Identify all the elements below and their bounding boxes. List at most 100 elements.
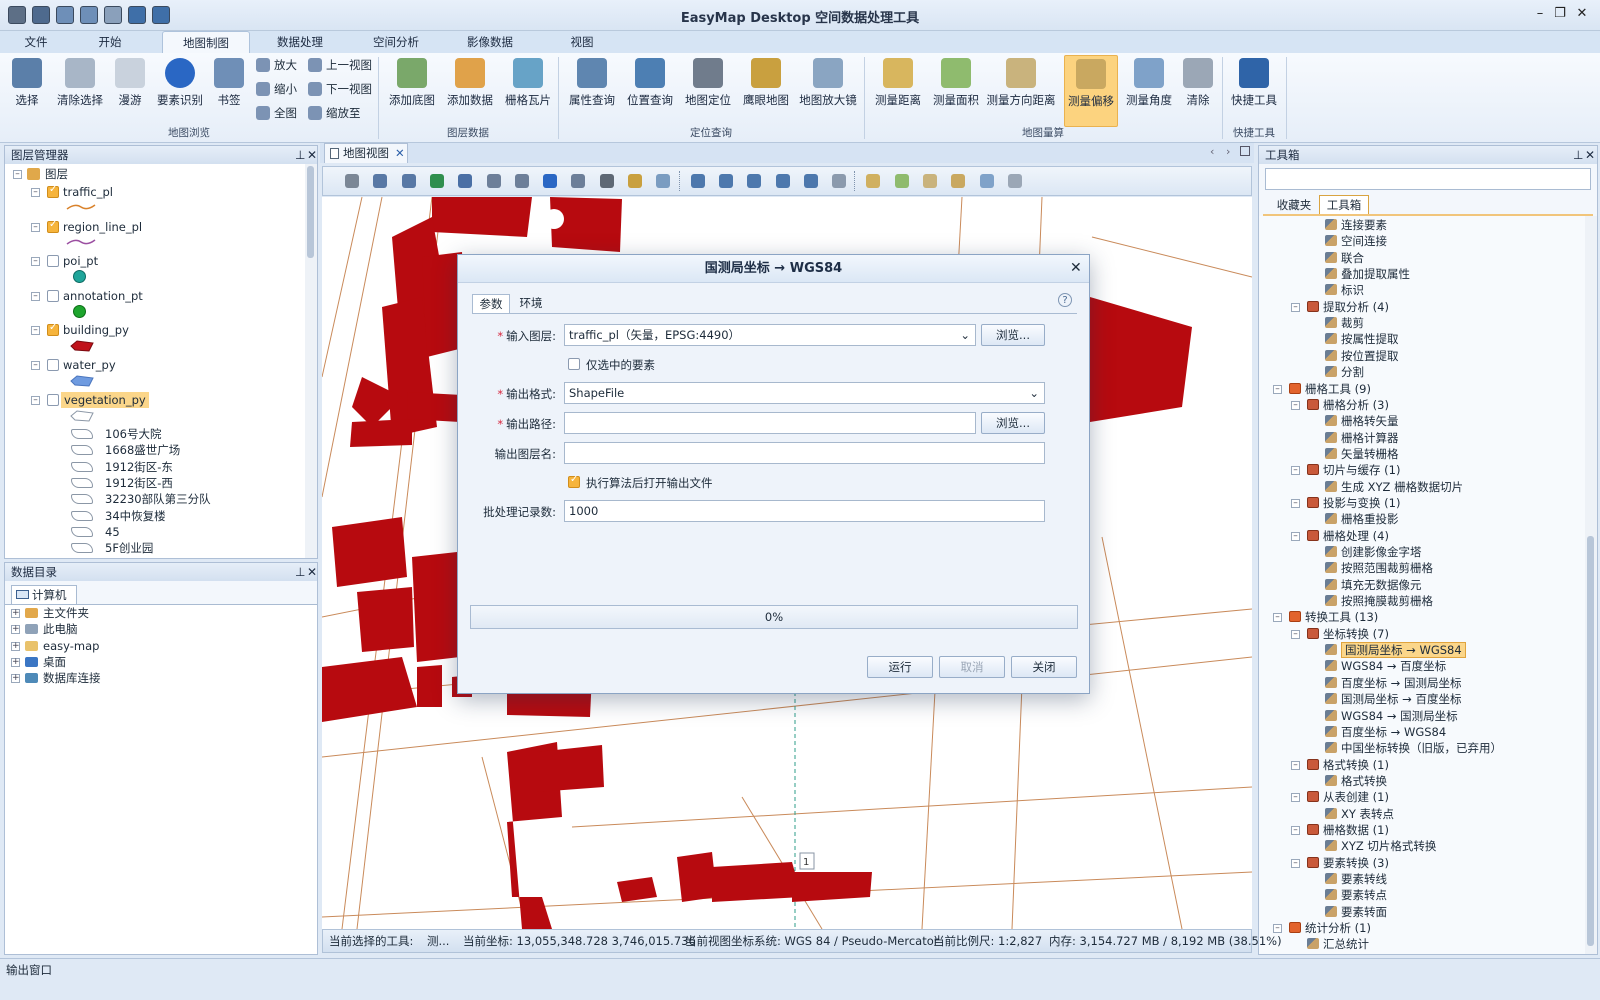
expander-icon[interactable]: –	[31, 223, 40, 232]
add-data-button[interactable]: 添加数据	[444, 55, 496, 127]
toolbox-group[interactable]: 栅格处理 (4)	[1307, 528, 1389, 544]
ruler-icon[interactable]	[866, 174, 881, 188]
previous-view-button[interactable]: 上一视图	[306, 55, 372, 75]
offset-icon[interactable]	[951, 174, 966, 188]
expander-icon[interactable]: +	[11, 657, 20, 667]
toolbox-tool[interactable]: WGS84 → 百度坐标	[1325, 658, 1446, 674]
quick-tools-button[interactable]: 快捷工具	[1228, 55, 1280, 127]
zoom-out-icon[interactable]	[401, 174, 416, 188]
toolbox-tool[interactable]: 裁剪	[1325, 315, 1364, 331]
layer-visibility-checkbox[interactable]	[47, 184, 59, 198]
vegetation-category-item[interactable]: 1912街区-东	[105, 459, 173, 475]
binoculars-icon[interactable]	[599, 174, 614, 188]
overview-map-button[interactable]: 鹰眼地图	[740, 55, 792, 127]
layer-visibility-checkbox[interactable]	[47, 290, 59, 302]
next-view-button[interactable]: 下一视图	[306, 79, 372, 99]
toolbox-tool[interactable]: 栅格重投影	[1325, 511, 1399, 527]
close-tab-icon[interactable]: ✕	[395, 144, 405, 163]
close-icon[interactable]: ✕	[1585, 146, 1595, 164]
toolbox-tool[interactable]: 按照范围裁剪栅格	[1325, 560, 1433, 576]
pin-icon[interactable]: ⊥	[295, 146, 305, 164]
expander-icon[interactable]: –	[31, 396, 40, 405]
select-polygon-icon[interactable]	[775, 174, 790, 188]
layer-visibility-checkbox[interactable]	[47, 219, 59, 233]
expander-icon[interactable]: –	[13, 170, 22, 179]
tab-favorites[interactable]: 收藏夹	[1269, 196, 1319, 214]
tab-spatial-analysis[interactable]: 空间分析	[358, 31, 434, 53]
vegetation-category-item[interactable]: 34中恢复楼	[105, 508, 166, 524]
layer-region-line-pl[interactable]: region_line_pl	[63, 219, 142, 235]
toolbox-search-input[interactable]	[1265, 168, 1591, 190]
toolbox-tool[interactable]: 标识	[1325, 282, 1364, 298]
vegetation-category-item[interactable]: 32230部队第三分队	[105, 491, 211, 507]
browse-input-button[interactable]: 浏览...	[981, 324, 1045, 346]
catalog-item[interactable]: easy-map	[43, 638, 99, 654]
toolbox-tool[interactable]: XY 表转点	[1325, 806, 1394, 822]
expander-icon[interactable]: –	[1291, 793, 1300, 803]
tab-environment[interactable]: 环境	[512, 294, 550, 314]
layer-traffic-pl[interactable]: traffic_pl	[63, 184, 113, 200]
toolbox-tool[interactable]: 分割	[1325, 364, 1364, 380]
expander-icon[interactable]: –	[31, 292, 40, 301]
toolbox-tool[interactable]: 百度坐标 → 国测局坐标	[1325, 675, 1461, 691]
catalog-item[interactable]: 桌面	[43, 654, 66, 670]
only-selected-checkbox[interactable]	[568, 358, 580, 370]
expander-icon[interactable]: –	[1291, 760, 1300, 770]
zoom-out-button[interactable]: 缩小	[254, 79, 297, 99]
tab-parameters[interactable]: 参数	[472, 294, 510, 314]
batch-count-input[interactable]: 1000	[564, 500, 1045, 522]
tab-file[interactable]: 文件	[10, 31, 62, 53]
expander-icon[interactable]: –	[1291, 302, 1300, 312]
magnifier-icon[interactable]	[656, 174, 671, 188]
info-icon[interactable]	[543, 174, 558, 188]
vegetation-category-item[interactable]: 5F创业园	[105, 540, 153, 556]
toolbox-tool[interactable]: 生成 XYZ 栅格数据切片	[1325, 479, 1463, 495]
run-button[interactable]: 运行	[867, 656, 933, 678]
toolbox-tool[interactable]: 空间连接	[1325, 233, 1387, 249]
toolbox-group[interactable]: 转换工具 (13)	[1289, 609, 1378, 625]
toolbox-group[interactable]: 投影与变换 (1)	[1307, 495, 1400, 511]
vegetation-category-item[interactable]: 106号大院	[105, 426, 161, 442]
toolbox-tool[interactable]: 按属性提取	[1325, 331, 1399, 347]
zoom-in-icon[interactable]	[373, 174, 388, 188]
output-path-input[interactable]	[564, 412, 976, 434]
toolbox-group[interactable]: 栅格数据 (1)	[1307, 822, 1389, 838]
clear-selection-button[interactable]: 清除选择	[54, 55, 106, 127]
globe-icon[interactable]	[429, 174, 444, 188]
layer-visibility-checkbox[interactable]	[47, 359, 59, 371]
toolbox-tool[interactable]: 要素转面	[1325, 904, 1387, 920]
vegetation-category-item[interactable]: 45	[105, 524, 120, 540]
output-name-input[interactable]	[564, 442, 1045, 464]
expander-icon[interactable]: –	[1291, 858, 1300, 868]
expander-icon[interactable]: –	[1291, 629, 1300, 639]
toolbox-tool[interactable]: 填充无数据像元	[1325, 577, 1422, 593]
open-after-checkbox[interactable]	[568, 474, 580, 488]
toolbox-tool[interactable]: 联合	[1325, 250, 1364, 266]
toolbox-tool[interactable]: XYZ 切片格式转换	[1325, 838, 1436, 854]
toolbox-tool[interactable]: 按照掩膜裁剪栅格	[1325, 593, 1433, 609]
toolbox-group[interactable]: 统计分析 (1)	[1289, 920, 1371, 936]
close-window-button[interactable]: ✕	[1574, 6, 1590, 22]
output-format-select[interactable]: ShapeFile ⌄	[564, 382, 1045, 404]
bearing-icon[interactable]	[923, 174, 937, 188]
restore-button[interactable]: ❐	[1552, 6, 1568, 22]
clear-measure-button[interactable]: 清除	[1180, 55, 1216, 127]
expander-icon[interactable]: –	[31, 257, 40, 266]
tab-list-icon[interactable]	[1240, 146, 1250, 156]
toolbox-tool[interactable]: 国测局坐标 → 百度坐标	[1325, 691, 1461, 707]
tab-start[interactable]: 开始	[84, 31, 136, 53]
layer-visibility-checkbox[interactable]	[47, 322, 59, 336]
tab-image-data[interactable]: 影像数据	[452, 31, 528, 53]
select-circle-icon[interactable]	[747, 174, 762, 188]
close-icon[interactable]: ✕	[307, 563, 317, 581]
expander-icon[interactable]: +	[11, 641, 20, 651]
expander-icon[interactable]: –	[1291, 400, 1300, 410]
pin-icon[interactable]: ⊥	[295, 563, 305, 581]
layer-water-py[interactable]: water_py	[63, 357, 116, 373]
dialog-close-icon[interactable]: ✕	[1070, 260, 1082, 276]
toolbox-group[interactable]: 栅格工具 (9)	[1289, 381, 1371, 397]
expander-icon[interactable]: –	[1291, 498, 1300, 508]
toolbox-group[interactable]: 坐标转换 (7)	[1307, 626, 1389, 642]
layer-visibility-checkbox[interactable]	[47, 255, 59, 267]
vegetation-category-item[interactable]: 1912街区-西	[105, 475, 173, 491]
